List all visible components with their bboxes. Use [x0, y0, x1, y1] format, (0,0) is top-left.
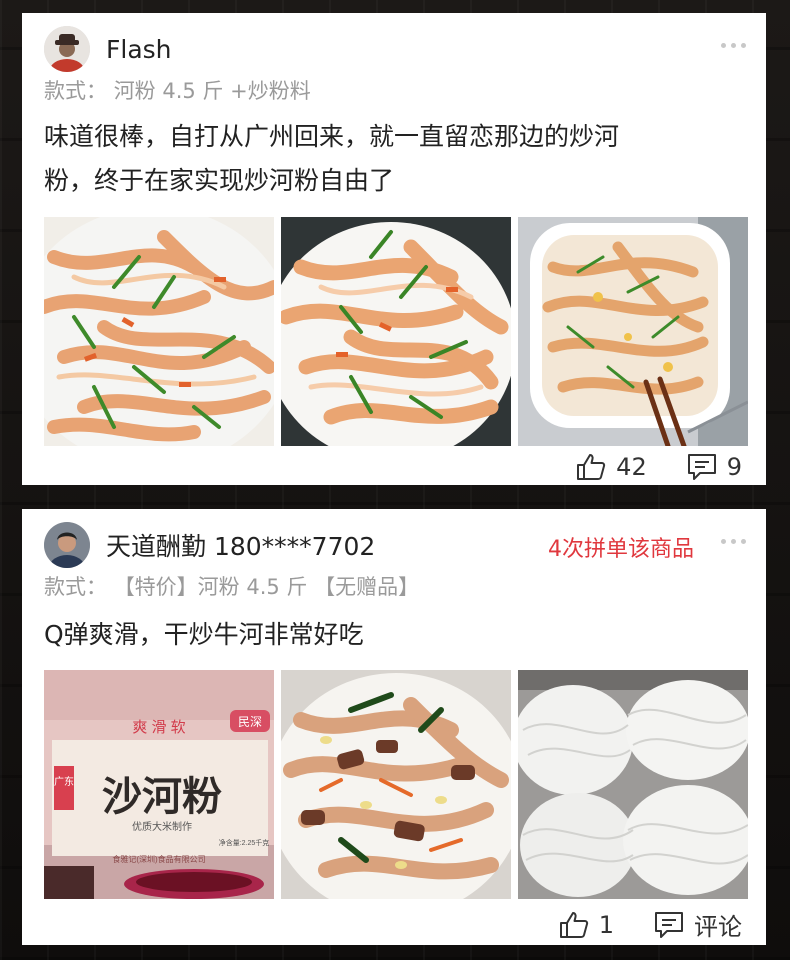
- fried-noodles-photo[interactable]: [281, 217, 511, 446]
- review-header: Flash: [44, 23, 746, 75]
- comment-button[interactable]: 9: [687, 453, 742, 481]
- package-tagline: 爽 滑 软: [132, 719, 185, 736]
- group-buy-badge: 4次拼单该商品: [548, 537, 694, 562]
- review-text: Q弹爽滑，干炒牛河非常好吃: [44, 613, 742, 657]
- spec-label: 款式：: [44, 575, 107, 599]
- thumbs-up-icon: [577, 454, 606, 480]
- spec-label: 款式：: [44, 79, 107, 103]
- package-product-name: 沙河粉: [102, 775, 222, 819]
- package-net-weight: 净含量:2.25千克: [219, 838, 270, 847]
- review-actions: 42 9: [576, 453, 742, 481]
- thumbs-up-icon: [559, 911, 588, 938]
- review-header: 天道酬勤 180****7702 4次拼单该商品: [44, 519, 746, 571]
- beef-fried-noodles-photo[interactable]: [281, 670, 511, 899]
- package-photo[interactable]: 爽 滑 软 民深 广东 沙河粉 优质大米制作 净含量:2.25千克 食雅记(深圳…: [44, 670, 274, 899]
- avatar[interactable]: [44, 26, 90, 72]
- review-text: 味道很棒，自打从广州回来，就一直留恋那边的炒河 粉，终于在家实现炒河粉自由了: [44, 115, 742, 203]
- raw-noodles-photo[interactable]: [518, 670, 748, 899]
- comment-icon: [687, 454, 716, 480]
- spec-value: 【特价】河粉 4.5 斤 【无赠品】: [113, 575, 420, 599]
- comment-button[interactable]: 评论: [654, 907, 742, 942]
- photo-row: [44, 217, 748, 446]
- fried-noodles-bowl-photo[interactable]: [518, 217, 748, 446]
- review-text-line: 粉，终于在家实现炒河粉自由了: [44, 166, 395, 195]
- spec-line: 款式： 河粉 4.5 斤 +炒粉料: [44, 75, 311, 105]
- like-button[interactable]: 1: [559, 911, 614, 939]
- package-maker: 食雅记(深圳)食品有限公司: [112, 854, 205, 864]
- comment-icon: [655, 911, 683, 938]
- review-text-line: Q弹爽滑，干炒牛河非常好吃: [44, 620, 364, 649]
- username[interactable]: Flash: [106, 35, 172, 64]
- package-region: 广东: [54, 775, 74, 788]
- photo-row: 爽 滑 软 民深 广东 沙河粉 优质大米制作 净含量:2.25千克 食雅记(深圳…: [44, 670, 748, 899]
- review-card: Flash 款式： 河粉 4.5 斤 +炒粉料 味道很棒，自打从广州回来，就一直…: [22, 13, 766, 485]
- fried-noodles-photo[interactable]: [44, 217, 274, 446]
- like-button[interactable]: 42: [576, 453, 647, 481]
- review-text-line: 味道很棒，自打从广州回来，就一直留恋那边的炒河: [44, 122, 620, 151]
- like-count: 1: [598, 910, 614, 939]
- like-count: 42: [616, 453, 647, 481]
- spec-line: 款式： 【特价】河粉 4.5 斤 【无赠品】: [44, 571, 419, 601]
- more-icon[interactable]: [721, 539, 746, 544]
- more-icon[interactable]: [721, 43, 746, 48]
- review-actions: 1 评论: [559, 907, 742, 942]
- avatar[interactable]: [44, 522, 90, 568]
- review-card: 天道酬勤 180****7702 4次拼单该商品 款式： 【特价】河粉 4.5 …: [22, 509, 766, 945]
- comment-label: 评论: [694, 913, 742, 941]
- spec-value: 河粉 4.5 斤 +炒粉料: [113, 79, 311, 103]
- comment-count: 9: [726, 453, 742, 481]
- package-brand: 民深: [238, 715, 262, 729]
- package-subtitle: 优质大米制作: [132, 820, 192, 833]
- username[interactable]: 天道酬勤 180****7702: [106, 527, 375, 563]
